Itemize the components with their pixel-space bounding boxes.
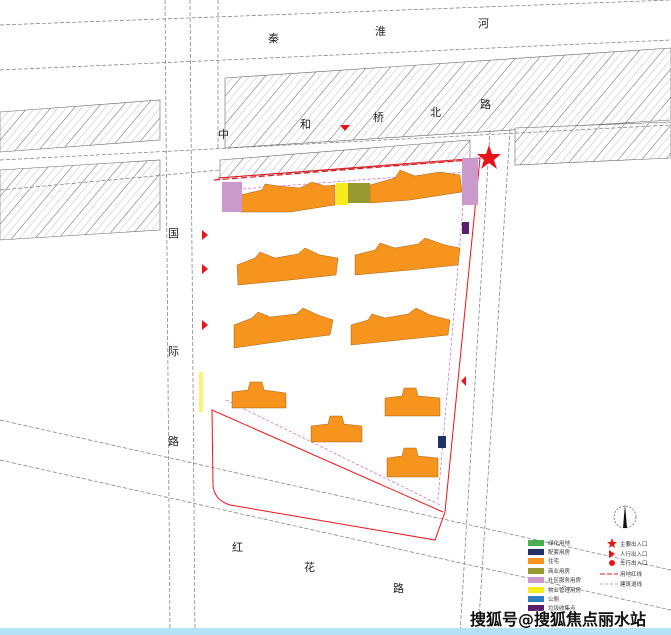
building (384, 387, 441, 417)
property-building (336, 183, 348, 205)
site-red-line (211, 157, 481, 541)
residential-buildings (231, 169, 463, 478)
existing-blocks (0, 47, 671, 241)
legend-label: 社区服务用房 (548, 576, 582, 584)
building (239, 181, 336, 213)
legend-symbols: 主要出入口 人行出入口 车行出入口 用地红线 建筑退线 (600, 538, 648, 588)
road-label-char: 际 (168, 345, 179, 358)
legend-label: 建筑退线 (620, 580, 643, 588)
river-label-char: 秦 (268, 31, 279, 45)
main-entrance-star-icon (477, 145, 501, 169)
triangle-icon (202, 264, 208, 274)
site-plan-svg: 秦 淮 河 中 和 桥 北 路 国 际 路 红 花 路 绿化用地 配套用房 住宅… (0, 0, 671, 635)
bottom-strip (0, 628, 671, 635)
road-label-char: 桥 (373, 111, 384, 124)
building (386, 447, 439, 478)
legend-label: 车行出入口 (620, 559, 648, 567)
river-label-char: 淮 (375, 25, 386, 38)
legend-label: 绿化用地 (548, 539, 571, 547)
legend-swatch (528, 558, 544, 564)
facility-building (438, 436, 446, 448)
road-label-char: 国 (168, 227, 179, 240)
community-service-building (462, 158, 478, 205)
building (231, 381, 287, 409)
block-northeast (514, 121, 671, 166)
public-toilet (199, 372, 203, 412)
building (233, 307, 334, 349)
watermark: 搜狐号@搜狐焦点丽水站 (470, 610, 647, 629)
building (354, 237, 461, 276)
road-label-char: 中 (218, 128, 229, 141)
legend-labels: 绿化用地 配套用房 住宅 商业用房 社区服务用房 物业管理用房 公厕 垃圾收集点 (548, 539, 582, 612)
road-label-char: 和 (300, 118, 311, 131)
building (236, 247, 339, 286)
legend-label: 公厕 (548, 596, 560, 603)
legend-swatches (528, 540, 544, 611)
building (350, 307, 451, 346)
legend-swatch (528, 540, 544, 546)
legend-swatch (528, 587, 544, 593)
entrance-icon (609, 560, 615, 566)
triangle-icon (202, 230, 208, 240)
star-icon (607, 538, 617, 548)
triangle-icon (461, 376, 466, 386)
north-arrow-icon (613, 504, 637, 529)
building (310, 415, 363, 443)
block-northwest (0, 99, 161, 153)
road-label-char: 路 (168, 435, 179, 448)
legend-swatch (528, 549, 544, 555)
legend-label: 主要出入口 (620, 540, 648, 548)
legend-label: 住宅 (548, 557, 560, 565)
road-label-char: 路 (480, 98, 491, 111)
road-label-char: 路 (393, 582, 404, 595)
building (369, 169, 463, 204)
legend-label: 商业用房 (548, 567, 571, 575)
triangle-icon (202, 320, 208, 330)
road-label-char: 红 (232, 541, 243, 554)
road-label-char: 花 (304, 561, 315, 574)
block-west (0, 159, 161, 241)
legend-swatch (528, 596, 544, 602)
commercial-building (348, 183, 370, 203)
river-label-char: 河 (478, 17, 489, 30)
legend-swatch (528, 577, 544, 583)
legend-label: 人行出入口 (620, 550, 648, 558)
community-service-building (222, 182, 242, 212)
legend-label: 物业管理用房 (548, 586, 582, 594)
legend-label: 配套用房 (548, 548, 571, 556)
site-plan-map: 秦 淮 河 中 和 桥 北 路 国 际 路 红 花 路 绿化用地 配套用房 住宅… (0, 0, 671, 635)
garbage-point (462, 222, 469, 234)
road-label-char: 北 (430, 106, 441, 119)
legend-swatch (528, 568, 544, 574)
legend-label: 用地红线 (620, 570, 643, 578)
